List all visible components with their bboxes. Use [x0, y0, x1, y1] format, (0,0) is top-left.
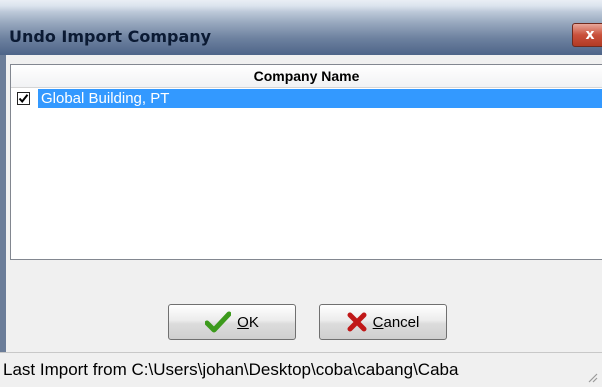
resize-grip-icon[interactable] — [586, 371, 598, 383]
status-text: Last Import from C:\Users\johan\Desktop\… — [3, 360, 459, 379]
window-title: Undo Import Company — [9, 27, 212, 46]
title-bar[interactable]: Undo Import Company x — [0, 0, 602, 55]
list-item[interactable]: Global Building, PT — [11, 89, 602, 108]
cancel-button[interactable]: Cancel — [319, 304, 447, 340]
window-frame-left — [0, 55, 6, 355]
close-button[interactable]: x — [572, 23, 602, 47]
ok-button[interactable]: OK — [168, 304, 296, 340]
column-header[interactable]: Company Name — [11, 65, 602, 88]
cancel-label: Cancel — [372, 313, 420, 331]
column-header-label: Company Name — [253, 68, 360, 84]
company-list[interactable]: Company Name Global Building, PT — [10, 64, 602, 260]
ok-label: OK — [237, 313, 259, 331]
row-checkbox[interactable] — [17, 92, 30, 105]
close-icon: x — [585, 27, 595, 43]
status-bar: Last Import from C:\Users\johan\Desktop\… — [0, 352, 602, 387]
checkmark-icon — [205, 311, 232, 333]
checkmark-small-icon — [18, 94, 29, 104]
cross-icon — [347, 312, 367, 332]
company-name-cell: Global Building, PT — [41, 90, 170, 107]
